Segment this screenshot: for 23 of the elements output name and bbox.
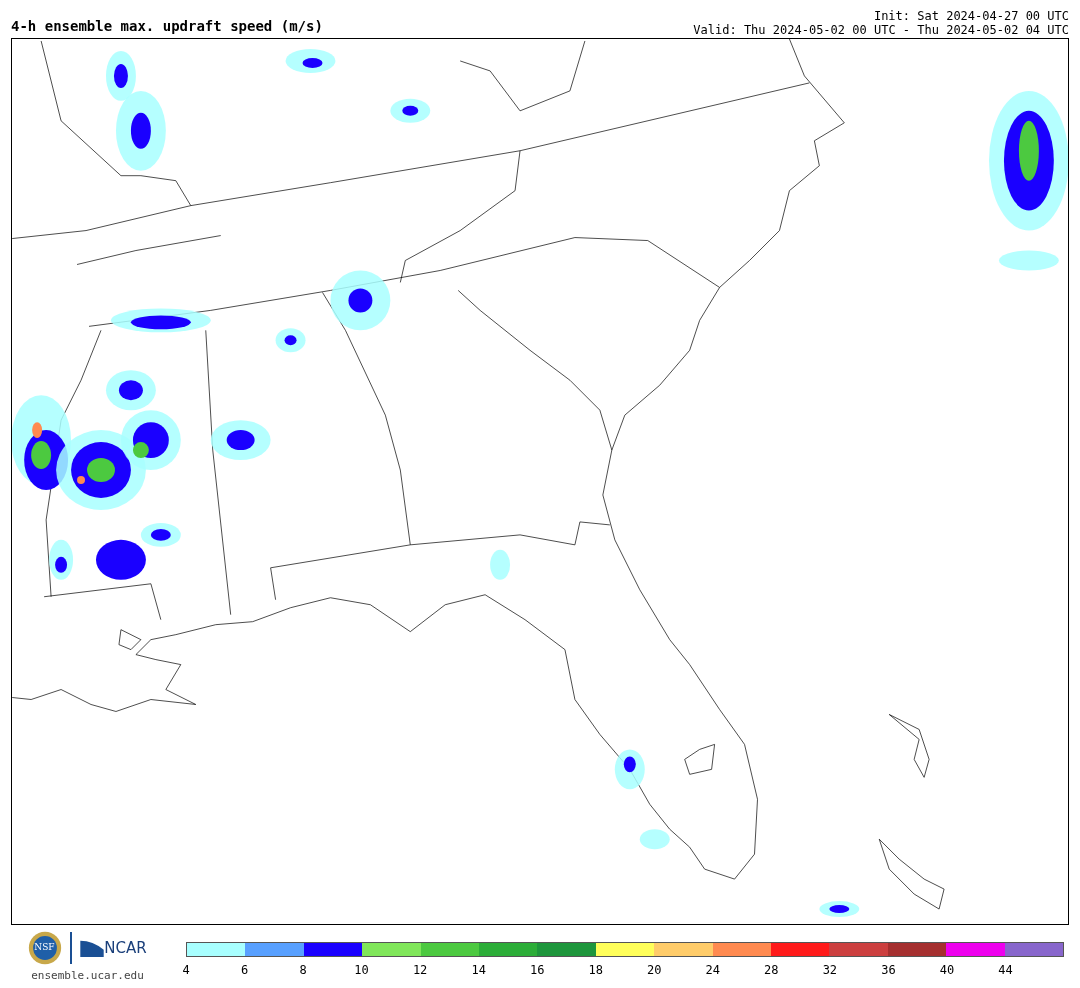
tick-label: 44 [998, 963, 1013, 977]
valid-time: Valid: Thu 2024-05-02 00 UTC - Thu 2024-05-02 04 UTC [693, 23, 1069, 37]
chart-title: 4-h ensemble max. updraft speed (m/s) [11, 18, 323, 34]
tick-label: 8 [299, 963, 307, 977]
tick-label: 6 [240, 963, 249, 977]
org-logo-text: NCAR [104, 939, 147, 957]
tick-label: 18 [588, 963, 603, 977]
tick-label: 20 [647, 963, 662, 977]
tick-label: 4 [182, 963, 190, 977]
tick-label: 36 [881, 963, 896, 977]
ncar-logo-icon [80, 939, 105, 957]
site-url: ensemble.ucar.edu [31, 969, 144, 982]
tick-label: 28 [764, 963, 779, 977]
tick-label: 16 [529, 963, 545, 977]
tick-label: 40 [939, 963, 955, 977]
seal-text: NSF [34, 942, 55, 952]
tick-label: 32 [822, 963, 838, 977]
tick-label: 24 [705, 963, 720, 977]
init-time: Init: Sat 2024-04-27 00 UTC [873, 9, 1069, 23]
tick-label: 10 [354, 963, 369, 977]
seal-icon [28, 931, 63, 965]
tick-label: 14 [471, 963, 486, 977]
tick-label: 12 [412, 963, 428, 977]
